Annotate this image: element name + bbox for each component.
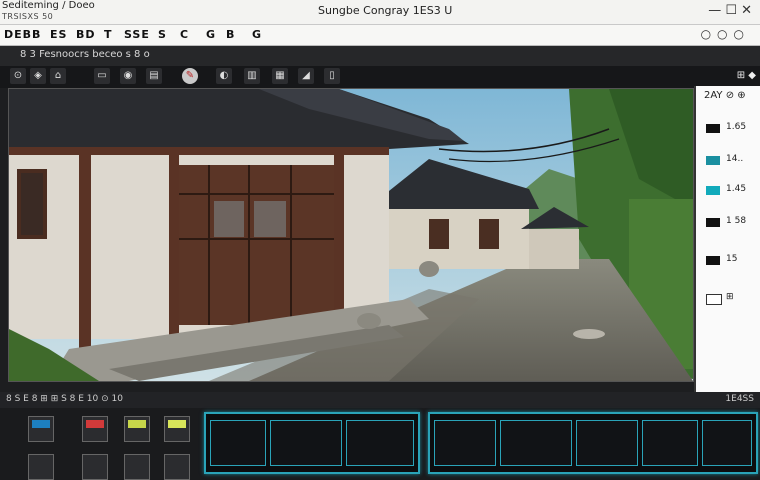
tool-button-active[interactable]: ✎ — [182, 68, 198, 84]
menu-item[interactable]: T — [104, 28, 113, 41]
tool-button[interactable]: ◢ — [298, 68, 314, 84]
layer-item[interactable]: 15 — [706, 254, 758, 268]
swatch-color — [32, 420, 50, 428]
layer-swatch — [706, 256, 720, 265]
timeline-clip[interactable] — [210, 420, 266, 466]
menu-item[interactable]: G — [252, 28, 262, 41]
timeline-clip[interactable] — [642, 420, 698, 466]
tool-button[interactable]: ▥ — [244, 68, 260, 84]
swatch-color — [168, 420, 186, 428]
menu-item[interactable]: DEBB — [4, 28, 41, 41]
bottom-panel-header: 8 S E 8 ⊞ ⊞ S 8 E 10 ⊙ 10 1E4SS — [0, 392, 760, 408]
layer-label: 1.45 — [726, 184, 747, 194]
menu-item[interactable]: B — [226, 28, 235, 41]
menubar-controls[interactable]: ○○○ — [701, 27, 750, 41]
swatch-cell[interactable] — [124, 416, 150, 442]
menu-item[interactable]: S — [158, 28, 167, 41]
layers-panel: 2AY ⊘ ⊕ 1.65 14.. 1.45 1 58 15 ⊞ — [694, 86, 760, 392]
swatch-color — [86, 420, 104, 428]
bottom-header-right-label: 1E4SS — [725, 394, 754, 404]
swatch-cell[interactable] — [28, 416, 54, 442]
layer-swatch — [706, 156, 720, 165]
layer-swatch — [706, 186, 720, 195]
project-strip-label: 8 3 Fesnoocrs beceo s 8 o — [20, 49, 150, 60]
menu-item[interactable]: BD — [76, 28, 96, 41]
layer-label: 14.. — [726, 154, 744, 164]
window-title: Sungbe Congray 1ES3 U — [318, 4, 453, 17]
layer-label: 15 — [726, 254, 738, 264]
bottom-header-tools[interactable]: 8 S E 8 ⊞ ⊞ S 8 E 10 ⊙ 10 — [6, 394, 123, 404]
tool-bar: ⊙ ◈ ⌂ ▭ ◉ ▤ ✎ ◐ ▥ ▦ ◢ ▯ ⊞ ◆ — [0, 66, 760, 88]
app-label: Sediteming / Doeo — [2, 0, 95, 11]
swatch-cell[interactable] — [164, 454, 190, 480]
title-bar: Sediteming / Doeo TRSISXS 50 Sungbe Cong… — [0, 0, 760, 25]
timeline-clip[interactable] — [434, 420, 496, 466]
swatch-cell[interactable] — [82, 416, 108, 442]
toolbar-right-controls[interactable]: ⊞ ◆ — [737, 70, 756, 81]
layers-panel-header: 2AY ⊘ ⊕ — [704, 90, 746, 101]
hanok-scene-image — [9, 89, 693, 381]
layer-item[interactable]: 1.45 — [706, 184, 758, 198]
tool-button[interactable]: ⊙ — [10, 68, 26, 84]
project-strip: 8 3 Fesnoocrs beceo s 8 o — [0, 46, 760, 67]
layer-item[interactable]: 1 58 — [706, 216, 758, 230]
layer-item[interactable]: 1.65 — [706, 122, 758, 136]
timeline-track[interactable] — [428, 412, 758, 474]
swatch-cell[interactable] — [164, 416, 190, 442]
tool-button[interactable]: ▦ — [272, 68, 288, 84]
layer-label: ⊞ — [726, 292, 734, 302]
menu-item[interactable]: C — [180, 28, 189, 41]
menu-item[interactable]: ES — [50, 28, 67, 41]
layer-swatch — [706, 218, 720, 227]
tool-button[interactable]: ▯ — [324, 68, 340, 84]
tool-button[interactable]: ◉ — [120, 68, 136, 84]
layer-item[interactable]: ⊞ — [706, 292, 758, 306]
layer-swatch — [706, 294, 722, 305]
swatch-color — [128, 420, 146, 428]
app-sub-label: TRSISXS 50 — [2, 12, 54, 21]
menu-item[interactable]: SSE — [124, 28, 150, 41]
bottom-panel: 8 S E 8 ⊞ ⊞ S 8 E 10 ⊙ 10 1E4SS — [0, 392, 760, 480]
tool-button[interactable]: ▤ — [146, 68, 162, 84]
timeline-track[interactable] — [204, 412, 420, 474]
timeline-clip[interactable] — [346, 420, 414, 466]
layer-swatch — [706, 124, 720, 133]
tool-button[interactable]: ◈ — [30, 68, 46, 84]
timeline-clip[interactable] — [270, 420, 342, 466]
tool-button[interactable]: ◐ — [216, 68, 232, 84]
menu-bar: DEBB ES BD T SSE S C G B G ○○○ — [0, 25, 760, 46]
window-controls[interactable]: — ☐ ✕ — [708, 3, 752, 18]
menu-item[interactable]: G — [206, 28, 216, 41]
timeline-clip[interactable] — [702, 420, 752, 466]
image-viewport[interactable] — [8, 88, 694, 382]
layer-label: 1 58 — [726, 216, 747, 226]
timeline-clip[interactable] — [576, 420, 638, 466]
layer-label: 1.65 — [726, 122, 747, 132]
swatch-cell[interactable] — [82, 454, 108, 480]
tool-button[interactable]: ▭ — [94, 68, 110, 84]
swatch-cell[interactable] — [124, 454, 150, 480]
layer-item[interactable]: 14.. — [706, 154, 758, 168]
tool-button[interactable]: ⌂ — [50, 68, 66, 84]
swatch-cell[interactable] — [28, 454, 54, 480]
timeline-clip[interactable] — [500, 420, 572, 466]
